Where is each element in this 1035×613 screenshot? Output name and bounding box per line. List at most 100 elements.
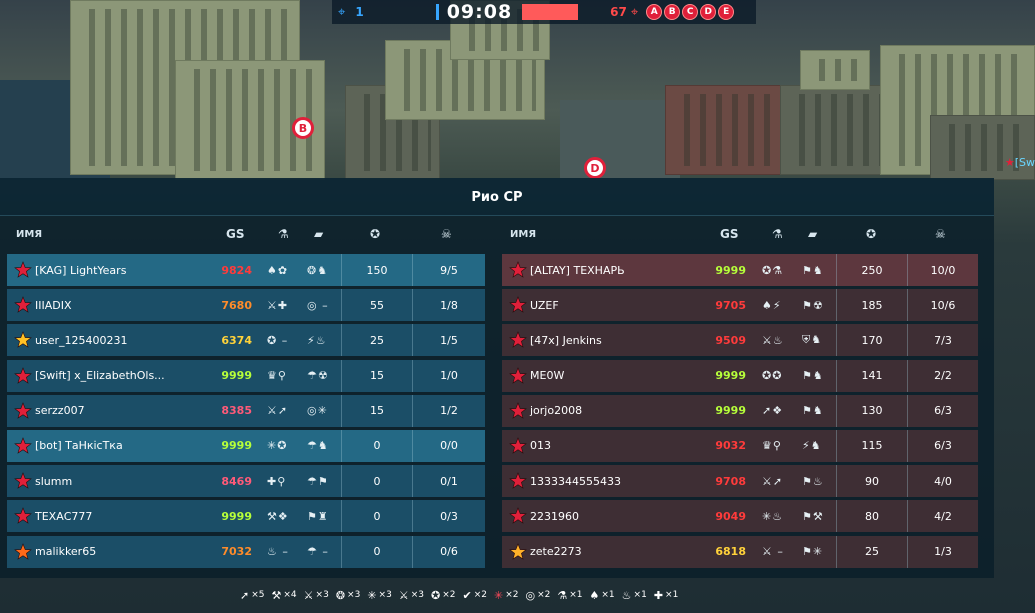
rank-star-icon [509, 542, 527, 561]
player-name: 2231960 [530, 509, 579, 523]
rank-star-icon [14, 261, 32, 279]
column-divider [836, 289, 837, 322]
tank-mods: ⚑♞ [802, 404, 824, 418]
supply-count: ×3 [378, 590, 392, 600]
player-name: UZEF [530, 298, 559, 312]
score-column-icon: ✪ [370, 227, 381, 241]
player-row[interactable]: 1333344555433 9708 ⚔➚ ⚑♨ 90 4/0 [502, 465, 978, 498]
player-row[interactable]: malikker65 7032 ♨ – ☂ – 0 0/6 [7, 535, 485, 568]
kills-deaths: 9/5 [440, 263, 458, 277]
supplies-column-icon: ⚗ [278, 227, 289, 241]
player-row[interactable]: slumm 8469 ✚⚲ ☂⚑ 0 0/1 [7, 465, 485, 498]
supply-mods: ✚⚲ [267, 474, 287, 488]
road [560, 100, 680, 180]
column-divider [412, 500, 413, 533]
blue-team-crosshair-icon: ⌖ [338, 4, 346, 20]
supply-count: ×1 [601, 590, 615, 600]
player-row[interactable]: [Swift] x_ElizabethOls... 9999 ♛⚲ ☂☢ 15 1/0 [7, 359, 485, 392]
kills-deaths: 0/3 [440, 509, 458, 523]
supply-mods: ✪ – [267, 333, 289, 347]
tank-mods: ⚑✳ [802, 545, 824, 558]
player-name: ME0W [530, 369, 565, 383]
building [930, 115, 1035, 180]
supply-count: ×2 [473, 590, 487, 600]
supply-item: ✚ ×1 [654, 589, 679, 602]
player-row[interactable]: [ALTAY] ТЕХНАРЬ 9999 ✪⚗ ⚑♞ 250 10/0 [502, 254, 978, 286]
rank-star-icon [509, 472, 527, 490]
gear-score: 9049 [715, 509, 746, 523]
player-row[interactable]: zete2273 6818 ⚔ – ⚑✳ 25 1/3 [502, 535, 978, 568]
player-row[interactable]: [bot] ТаНкісТка 9999 ✳✪ ☂♞ 0 0/0 [7, 429, 485, 462]
supply-icon: ✚ [653, 588, 664, 602]
column-divider [836, 394, 837, 427]
player-row[interactable]: [KAG] LightYears 9824 ♠✿ ❂♞ 150 9/5 [7, 254, 485, 286]
player-score: 25 [370, 333, 384, 347]
player-row[interactable]: user_125400231 6374 ✪ – ⚡♨ 25 1/5 [7, 324, 485, 357]
kills-deaths: 1/8 [440, 298, 458, 312]
player-score: 90 [865, 474, 879, 488]
supply-icon: ♠ [589, 588, 600, 602]
tank-column-icon: ▰ [808, 227, 818, 241]
column-divider [412, 254, 413, 286]
tank-mods: ◎ – [307, 298, 329, 312]
supply-icon: ✔ [462, 588, 472, 602]
column-divider [412, 359, 413, 392]
supply-icon: ♨ [621, 588, 632, 602]
kills-column-icon: ☠ [935, 227, 946, 241]
player-score: 0 [373, 474, 381, 488]
kills-deaths: 0/6 [440, 545, 458, 558]
player-score: 170 [861, 333, 883, 347]
supply-count: ×1 [633, 590, 647, 600]
player-name: [Swift] x_ElizabethOls... [35, 369, 165, 383]
battle-timer: 09:08 [446, 1, 513, 23]
player-row[interactable]: UZEF 9705 ♠⚡ ⚑☢ 185 10/6 [502, 289, 978, 322]
gear-score: 9999 [715, 404, 746, 418]
player-row[interactable]: [47x] Jenkins 9509 ⚔♨ ⛨♞ 170 7/3 [502, 324, 978, 357]
red-team-bar [522, 4, 579, 20]
gear-score: 9999 [221, 509, 252, 523]
kills-deaths: 6/3 [934, 404, 952, 418]
gear-score: 7032 [221, 545, 252, 558]
rank-star-icon [14, 542, 32, 561]
gear-score: 9705 [715, 298, 746, 312]
tank-mods: ⚑⚒ [802, 509, 824, 523]
player-row[interactable]: IIIADIX 7680 ⚔✚ ◎ – 55 1/8 [7, 289, 485, 322]
kills-deaths: 10/6 [930, 298, 956, 312]
red-team-crosshair-icon: ⌖ [630, 4, 639, 20]
capture-points: A B C D E [646, 4, 735, 20]
supplies-bar: ➚ ×5 ⚒ ×4 ⚔ ×3 ❂ ×3 ✳ ×3 ⚔ ×3 ✪ ×2 ✔ ×2 ✳ ×2 ◎ ×2 ⚗ ×1 ♠ ×1 ♨ ×1 ✚… [240, 588, 678, 602]
supply-icon: ✳ [493, 588, 504, 602]
player-score: 0 [373, 439, 381, 453]
tank-mods: ☂ – [307, 545, 329, 558]
player-name: [KAG] LightYears [35, 263, 127, 277]
tank-mods: ⚑☢ [802, 298, 824, 312]
supply-item: ✔ ×2 [462, 589, 487, 602]
gear-score: 9999 [221, 439, 252, 453]
player-name: IIIADIX [35, 298, 72, 312]
column-divider [341, 394, 342, 427]
kills-column-icon: ☠ [441, 227, 452, 241]
supply-mods: ♛⚲ [267, 369, 287, 383]
supply-item: ✪ ×2 [431, 589, 456, 602]
column-divider [341, 324, 342, 357]
kills-deaths: 4/0 [934, 474, 952, 488]
player-row[interactable]: ME0W 9999 ✪✪ ⚑♞ 141 2/2 [502, 359, 978, 392]
supply-mods: ♠✿ [267, 263, 289, 277]
player-row[interactable]: jorjo2008 9999 ➚❖ ⚑♞ 130 6/3 [502, 394, 978, 427]
rank-star-icon [14, 437, 32, 455]
rank-star-icon [509, 507, 527, 525]
column-divider [836, 429, 837, 462]
supply-mods: ⚔➚ [762, 474, 784, 488]
player-name: 1333344555433 [530, 474, 621, 488]
player-row[interactable]: 013 9032 ♛⚲ ⚡♞ 115 6/3 [502, 429, 978, 462]
player-row[interactable]: 2231960 9049 ✳♨ ⚑⚒ 80 4/2 [502, 500, 978, 533]
offscreen-player-tag: ★[Sw [1005, 156, 1035, 169]
kills-deaths: 1/2 [440, 404, 458, 418]
column-divider [412, 465, 413, 498]
rank-star-icon [14, 296, 32, 314]
column-divider [341, 500, 342, 533]
kills-deaths: 0/1 [440, 474, 458, 488]
player-row[interactable]: serzz007 8385 ⚔➚ ◎✳ 15 1/2 [7, 394, 485, 427]
offscreen-player-name: [Sw [1014, 156, 1035, 169]
player-row[interactable]: ТЕХАС777 9999 ⚒❖ ⚑♜ 0 0/3 [7, 500, 485, 533]
